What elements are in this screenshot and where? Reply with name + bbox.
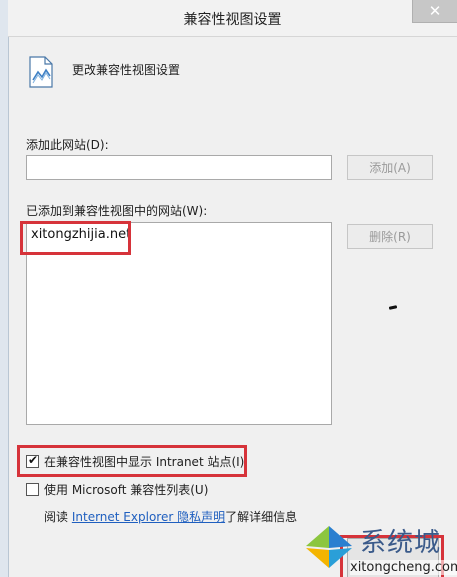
added-sites-label: 已添加到兼容性视图中的网站(W): bbox=[26, 204, 208, 218]
title-bar: 兼容性视图设置 ✕ bbox=[8, 0, 457, 37]
add-site-label: 添加此网站(D): bbox=[26, 138, 109, 152]
stray-mark bbox=[388, 305, 398, 310]
watermark: 系统城 xitongcheng.com bbox=[304, 520, 457, 577]
ms-list-checkbox[interactable] bbox=[26, 483, 39, 496]
watermark-url: xitongcheng.com bbox=[350, 560, 457, 575]
ms-list-label: 使用 Microsoft 兼容性列表(U) bbox=[44, 483, 209, 497]
privacy-link[interactable]: Internet Explorer 隐私声明 bbox=[72, 510, 225, 524]
compatibility-document-icon bbox=[29, 56, 53, 88]
watermark-name: 系统城 bbox=[360, 528, 442, 558]
watermark-logo-icon bbox=[306, 526, 352, 568]
privacy-suffix: 了解详细信息 bbox=[225, 510, 298, 524]
highlight-box-intranet bbox=[17, 445, 247, 477]
header-text: 更改兼容性视图设置 bbox=[72, 63, 181, 77]
close-icon: ✕ bbox=[428, 2, 442, 20]
background-window-edge bbox=[0, 0, 9, 577]
privacy-text: 阅读 Internet Explorer 隐私声明了解详细信息 bbox=[44, 508, 297, 525]
remove-button[interactable]: 删除(R) bbox=[347, 224, 433, 249]
window-title: 兼容性视图设置 bbox=[183, 12, 282, 28]
privacy-prefix: 阅读 bbox=[44, 510, 69, 524]
add-site-input[interactable] bbox=[26, 155, 332, 180]
close-button[interactable]: ✕ bbox=[412, 0, 457, 23]
add-button[interactable]: 添加(A) bbox=[347, 155, 433, 180]
highlight-box-site bbox=[20, 221, 131, 255]
